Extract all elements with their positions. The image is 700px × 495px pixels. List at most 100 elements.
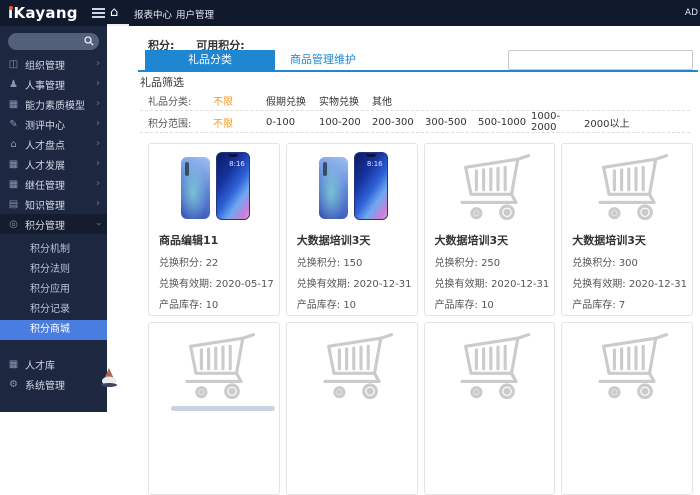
sidebar-item-talent-review[interactable]: ⌂ 人才盘点 › (0, 134, 107, 154)
points-icon: ◎ (7, 219, 20, 230)
product-image (287, 327, 417, 407)
chevron-right-icon: › (96, 59, 100, 69)
phone-front: 8:16 (216, 152, 250, 220)
filter-option-range[interactable]: 300-500 (425, 117, 478, 128)
sidebar-item-points-management[interactable]: ◎ 积分管理 › (0, 214, 107, 234)
horizontal-scrollbar[interactable] (171, 406, 275, 411)
chevron-right-icon: › (96, 99, 100, 109)
cart-icon (581, 152, 673, 224)
cart-icon (581, 331, 673, 403)
sidebar-item-assessment-center[interactable]: ✎ 测评中心 › (0, 114, 107, 134)
phone-clock: 8:16 (229, 160, 245, 168)
filter-label: 礼品分类: (148, 93, 213, 108)
person-icon: ♟ (7, 79, 20, 90)
sidebar-subitem-points-mechanism[interactable]: 积分机制 (0, 240, 107, 260)
filter-option-range[interactable]: 500-1000 (478, 117, 531, 128)
product-stock: 产品库存: 10 (435, 296, 545, 311)
filter-option-range[interactable]: 100-200 (319, 117, 372, 128)
product-image (425, 148, 555, 228)
product-points: 兑换积分: 250 (435, 254, 545, 269)
product-title: 商品编辑11 (159, 232, 269, 248)
filter-option-range[interactable]: 1000-2000 (531, 111, 584, 133)
sidebar-item-knowledge-management[interactable]: ▤ 知识管理 › (0, 194, 107, 214)
tab-product-management[interactable]: 商品管理维护 (290, 50, 356, 70)
phone-clock: 8:16 (367, 160, 383, 168)
product-card: 大数据培训3天 兑换积分: 300 兑换有效期: 2020-12-31 产品库存… (561, 143, 693, 316)
org-chart-icon: ◫ (7, 59, 20, 70)
sidebar-item-succession-management[interactable]: ▦ 继任管理 › (0, 174, 107, 194)
filter-row-gift-category: 礼品分类: 不限 假期兑换 实物兑换 其他 (148, 90, 692, 110)
tab-underline (138, 70, 698, 72)
filter-option-holiday[interactable]: 假期兑换 (266, 93, 319, 108)
product-grid: 8:16 商品编辑11 兑换积分: 22 兑换有效期: 2020-05-17 产… (148, 143, 693, 495)
topnav-user-management[interactable]: 用户管理 (176, 7, 214, 21)
chevron-down-icon: › (93, 222, 103, 226)
product-image (149, 327, 279, 407)
sidebar-item-competency-model[interactable]: ▦ 能力素质模型 › (0, 94, 107, 114)
divider (140, 110, 690, 111)
product-card: 大数据培训3天 兑换积分: 250 兑换有效期: 2020-12-31 产品库存… (424, 143, 556, 316)
filter-row-points-range: 积分范围: 不限 0-100 100-200 200-300 300-500 5… (148, 112, 692, 132)
phone-front: 8:16 (354, 152, 388, 220)
filter-option-range[interactable]: 0-100 (266, 117, 319, 128)
search-icon[interactable] (84, 36, 94, 46)
topbar: iKayang ⌂ 报表中心 用户管理 AD (0, 0, 700, 26)
product-image (425, 327, 555, 407)
sidebar-subitem-points-application[interactable]: 积分应用 (0, 280, 107, 300)
product-stock: 产品库存: 7 (572, 296, 682, 311)
sidebar-subitem-points-rules[interactable]: 积分法则 (0, 260, 107, 280)
product-image (562, 327, 692, 407)
sidebar-item-org-management[interactable]: ◫ 组织管理 › (0, 54, 107, 74)
product-validity: 兑换有效期: 2020-12-31 (297, 275, 407, 290)
product-points: 兑换积分: 22 (159, 254, 269, 269)
product-title: 大数据培训3天 (297, 232, 407, 248)
app-logo-text: iKayang (8, 4, 78, 22)
menu-toggle-icon[interactable] (92, 8, 105, 20)
sidebar-item-system-management[interactable]: ⚙ 系统管理 (0, 374, 107, 394)
logo-dot (9, 6, 13, 10)
content: 积分: 可用积分: 礼品分类 商品管理维护 礼品筛选 礼品分类: 不限 假期兑换… (107, 26, 700, 412)
sidebar-item-talent-pool[interactable]: ▦ 人才库 (0, 354, 107, 374)
chevron-right-icon: › (96, 179, 100, 189)
home-active-underline (107, 24, 129, 26)
product-search-input[interactable] (508, 50, 693, 70)
app-logo: iKayang (8, 4, 78, 22)
filter-option-range[interactable]: 200-300 (372, 117, 425, 128)
chevron-right-icon: › (96, 159, 100, 169)
product-title: 大数据培训3天 (572, 232, 682, 248)
knowledge-icon: ▤ (7, 199, 20, 210)
phone-product-image: 8:16 (304, 149, 400, 227)
filter-option-unlimited[interactable]: 不限 (213, 115, 266, 130)
filter-option-range[interactable]: 2000以上 (584, 115, 637, 130)
filter-option-physical[interactable]: 实物兑换 (319, 93, 372, 108)
product-points: 兑换积分: 300 (572, 254, 682, 269)
product-card (561, 322, 693, 495)
sidebar-menu: ◫ 组织管理 › ♟ 人事管理 › ▦ 能力素质模型 › ✎ 测评中心 › ⌂ … (0, 54, 107, 394)
sidebar-subitem-points-records[interactable]: 积分记录 (0, 300, 107, 320)
filter-option-other[interactable]: 其他 (372, 93, 425, 108)
tab-gift-category[interactable]: 礼品分类 (145, 50, 275, 70)
chevron-right-icon: › (96, 79, 100, 89)
user-label[interactable]: AD (685, 8, 698, 18)
sidebar-subitem-points-mall[interactable]: 积分商城 (0, 320, 107, 340)
cart-icon (168, 331, 260, 403)
home-icon[interactable]: ⌂ (110, 5, 118, 20)
cart-icon (443, 331, 535, 403)
topnav-report-center[interactable]: 报表中心 (134, 7, 172, 21)
phone-product-image: 8:16 (166, 149, 262, 227)
sidebar-search (8, 33, 99, 50)
talent-review-icon: ⌂ (7, 139, 20, 150)
mascot-icon[interactable] (98, 367, 120, 390)
product-image (562, 148, 692, 228)
product-card: 8:16 商品编辑11 兑换积分: 22 兑换有效期: 2020-05-17 产… (148, 143, 280, 316)
sidebar: ◫ 组织管理 › ♟ 人事管理 › ▦ 能力素质模型 › ✎ 测评中心 › ⌂ … (0, 26, 107, 412)
phone-back (319, 157, 348, 219)
competency-grid-icon: ▦ (7, 99, 20, 110)
chevron-right-icon: › (96, 199, 100, 209)
sidebar-item-talent-development[interactable]: ▦ 人才发展 › (0, 154, 107, 174)
filter-option-unlimited[interactable]: 不限 (213, 93, 266, 108)
sidebar-item-hr-management[interactable]: ♟ 人事管理 › (0, 74, 107, 94)
talent-development-icon: ▦ (7, 159, 20, 170)
product-card: 8:16 大数据培训3天 兑换积分: 150 兑换有效期: 2020-12-31… (286, 143, 418, 316)
product-title: 大数据培训3天 (435, 232, 545, 248)
